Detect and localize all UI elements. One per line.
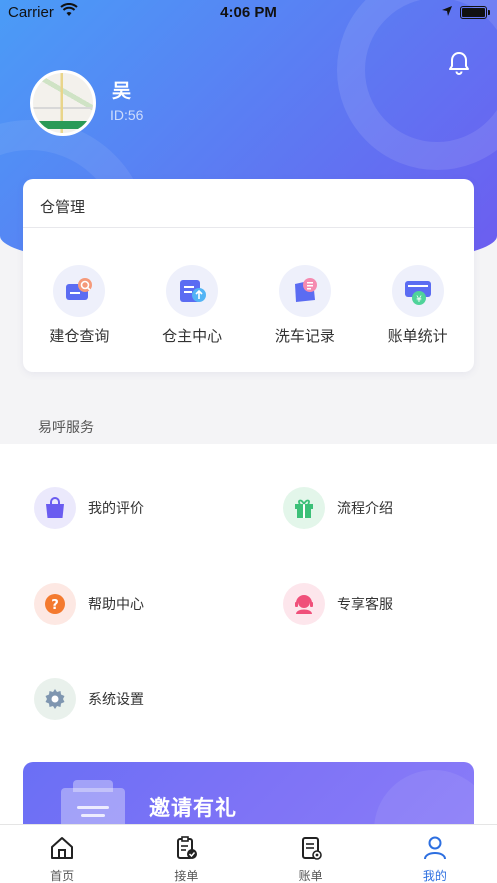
warehouse-card-title: 仓管理 — [40, 198, 86, 216]
service-label: 专享客服 — [337, 597, 393, 613]
invite-text: 邀请有礼 — [149, 796, 237, 820]
help-icon: ? — [45, 594, 65, 614]
warehouse-item-bill-stats[interactable]: ¥ 账单统计 — [361, 265, 474, 346]
tab-label: 账单 — [298, 869, 323, 883]
warehouse-item-search[interactable]: 建仓查询 — [23, 265, 136, 346]
clock: 4:06 PM — [220, 4, 277, 21]
service-label: 帮助中心 — [88, 597, 144, 613]
gear-icon — [45, 689, 65, 709]
home-icon — [51, 837, 74, 859]
customer-service-icon — [295, 595, 313, 614]
tab-home[interactable]: 首页 — [0, 825, 124, 883]
tab-label: 首页 — [50, 869, 75, 883]
warehouse-item-label: 建仓查询 — [49, 327, 110, 345]
warehouse-grid: 建仓查询 仓主中心 洗车记录 ¥ 账单统计 — [23, 265, 474, 346]
shopping-bag-icon — [46, 497, 64, 518]
service-label: 我的评价 — [88, 501, 144, 517]
warehouse-search-icon — [66, 278, 93, 300]
tab-label: 接单 — [174, 869, 199, 883]
svg-text:?: ? — [51, 598, 59, 613]
warehouse-item-wash-record[interactable]: 洗车记录 — [249, 265, 362, 346]
service-my-reviews[interactable]: 我的评价 — [34, 486, 144, 530]
gift-icon — [295, 499, 313, 518]
service-customer-support[interactable]: 专享客服 — [283, 582, 393, 626]
warehouse-card: 仓管理 建仓查询 仓主中心 洗车记录 ¥ 账单统计 — [23, 179, 474, 372]
warehouse-item-owner-center[interactable]: 仓主中心 — [136, 265, 249, 346]
user-id: ID:56 — [110, 107, 144, 123]
svg-text:¥: ¥ — [416, 295, 422, 305]
status-bar: Carrier 4:06 PM — [0, 0, 497, 26]
bill-icon — [301, 837, 322, 860]
wash-record-icon — [294, 278, 317, 302]
bell-icon[interactable] — [447, 50, 471, 76]
tab-label: 我的 — [422, 869, 447, 883]
warehouse-item-label: 洗车记录 — [274, 327, 335, 345]
service-label: 流程介绍 — [337, 501, 393, 517]
warehouse-item-label: 账单统计 — [387, 327, 448, 345]
battery-icon — [460, 6, 490, 19]
service-system-settings[interactable]: 系统设置 — [34, 677, 144, 721]
user-name: 吴 — [112, 80, 132, 102]
service-process-intro[interactable]: 流程介绍 — [283, 486, 393, 530]
service-help-center[interactable]: ? 帮助中心 — [34, 582, 144, 626]
tab-bills[interactable]: 账单 — [249, 825, 373, 883]
location-arrow-icon — [442, 6, 452, 16]
tab-mine[interactable]: 我的 — [373, 825, 497, 883]
service-label: 系统设置 — [88, 692, 144, 708]
avatar[interactable] — [30, 70, 96, 136]
services-section-title: 易呼服务 — [38, 420, 94, 436]
warehouse-item-label: 仓主中心 — [162, 327, 223, 345]
divider — [23, 227, 474, 228]
tab-bar: 首页 接单 账单 我的 — [0, 824, 497, 883]
tab-orders[interactable]: 接单 — [124, 825, 248, 883]
user-icon — [423, 836, 446, 860]
owner-center-icon — [180, 280, 207, 302]
clipboard-check-icon — [177, 836, 198, 859]
bill-stats-icon: ¥ — [404, 281, 431, 305]
